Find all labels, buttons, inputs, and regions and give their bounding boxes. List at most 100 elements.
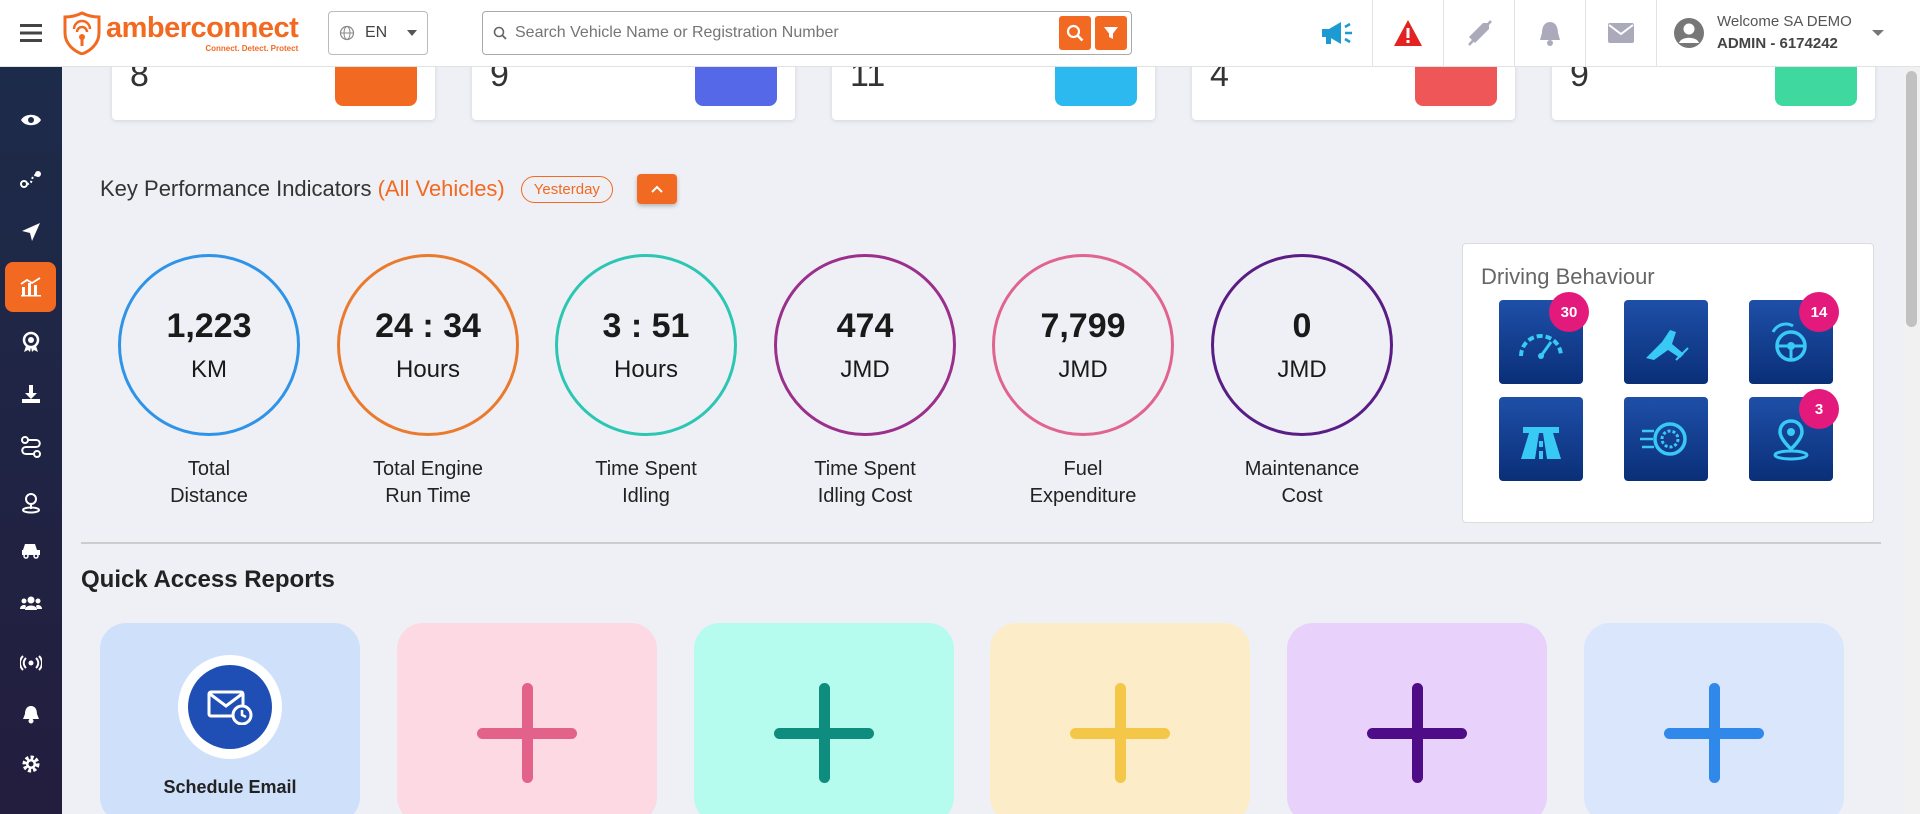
harsh-cornering-tile[interactable]: 14 <box>1749 292 1839 384</box>
user-id: ADMIN - 6174242 <box>1717 35 1838 52</box>
sidebar-item-awards[interactable] <box>0 317 62 367</box>
kpi-label: Total Engine Run Time <box>372 458 484 507</box>
navigate-icon <box>22 223 40 241</box>
kpi-title: Key Performance Indicators (All Vehicles… <box>100 176 505 201</box>
highway-tile[interactable] <box>1499 397 1583 481</box>
acceleration-tile[interactable] <box>1624 397 1708 481</box>
email-icon-circle <box>178 655 282 759</box>
sidebar-item-analytics[interactable] <box>5 262 56 312</box>
harsh-braking-tile[interactable] <box>1624 300 1708 384</box>
period-badge[interactable]: Yesterday <box>520 175 613 203</box>
kpi-value: 474 <box>836 306 894 345</box>
kpi-value: 3 : 51 <box>602 306 690 345</box>
kpi-value: 0 <box>1292 306 1312 345</box>
stat-icon <box>335 66 417 106</box>
kpi-unit: JMD <box>1058 355 1108 383</box>
kpi-label: Fuel Expenditure <box>1029 458 1137 507</box>
sidebar <box>0 67 62 814</box>
kpi-label: Time Spent Idling Cost <box>814 458 916 507</box>
user-menu[interactable]: Welcome SA DEMO ADMIN - 6174242 <box>1657 11 1902 55</box>
kpi-header: Key Performance Indicators (All Vehicles… <box>100 174 677 204</box>
stat-icon <box>695 66 777 106</box>
plus-icon <box>1070 683 1170 783</box>
kpi-circle: 7,799 JMD <box>992 254 1174 436</box>
kpi-circle: 3 : 51 Hours <box>555 254 737 436</box>
filter-button[interactable] <box>1095 16 1127 50</box>
signal-icon <box>20 655 42 671</box>
kpi-value: 7,799 <box>1040 306 1126 345</box>
shield-logo-icon <box>63 11 101 55</box>
stat-icon <box>1415 66 1497 106</box>
quick-access-label: Schedule Email <box>163 777 297 797</box>
add-report-card[interactable] <box>694 623 954 814</box>
geofence-tile[interactable]: 3 <box>1749 389 1839 481</box>
settings-icon <box>22 755 40 773</box>
mute-button[interactable] <box>1444 0 1515 67</box>
mute-icon <box>1468 20 1492 46</box>
kpi-label: Maintenance Cost <box>1244 458 1360 507</box>
language-value: EN <box>365 24 388 41</box>
plus-icon <box>1367 683 1467 783</box>
add-report-card[interactable] <box>1287 623 1547 814</box>
announcement-button[interactable] <box>1302 0 1373 67</box>
sidebar-item-routes[interactable] <box>0 155 62 205</box>
sidebar-item-overview[interactable] <box>0 95 62 145</box>
kpi-fuel-expenditure[interactable]: 7,799 JMD Fuel Expenditure <box>992 254 1174 510</box>
brand-name: amberconnect <box>106 11 299 44</box>
kpi-unit: JMD <box>1277 355 1327 383</box>
kpi-circle: 1,223 KM <box>118 254 300 436</box>
count-badge: 30 <box>1549 292 1589 332</box>
stat-icon <box>1055 66 1137 106</box>
collapse-button[interactable] <box>636 174 677 204</box>
top-bar: amberconnect Connect. Detect. Protect EN <box>0 0 1920 67</box>
kpi-engine-run-time[interactable]: 24 : 34 Hours Total Engine Run Time <box>337 254 519 510</box>
kpi-unit: JMD <box>840 355 890 383</box>
kpi-time-idling[interactable]: 3 : 51 Hours Time Spent Idling <box>555 254 737 510</box>
add-report-card[interactable] <box>990 623 1250 814</box>
count-badge: 3 <box>1799 389 1839 429</box>
search-button[interactable] <box>1059 16 1091 50</box>
search-input[interactable] <box>515 24 1055 42</box>
sidebar-item-users[interactable] <box>0 578 62 628</box>
location-icon <box>22 493 40 514</box>
kpi-total-distance[interactable]: 1,223 KM Total Distance <box>118 254 300 510</box>
overspeed-tile[interactable]: 30 <box>1499 292 1589 384</box>
menu-icon[interactable] <box>0 0 62 67</box>
add-report-card[interactable] <box>397 623 657 814</box>
notifications-button[interactable] <box>1515 0 1586 67</box>
scrollbar-thumb[interactable] <box>1906 71 1917 327</box>
brand-logo[interactable]: amberconnect Connect. Detect. Protect <box>62 11 320 55</box>
language-select[interactable]: EN <box>328 11 428 55</box>
schedule-email-icon <box>207 690 253 725</box>
plus-icon <box>1664 683 1764 783</box>
kpi-circle: 0 JMD <box>1211 254 1393 436</box>
alerts-button[interactable] <box>1373 0 1444 67</box>
sidebar-item-vehicles[interactable] <box>0 525 62 575</box>
sidebar-item-trips[interactable] <box>0 422 62 472</box>
welcome-text: Welcome SA DEMO <box>1717 13 1852 30</box>
sidebar-item-alerts[interactable] <box>0 689 62 739</box>
search-icon <box>493 26 507 40</box>
sidebar-item-locations[interactable] <box>0 478 62 528</box>
add-report-card[interactable] <box>1584 623 1844 814</box>
harsh-brake-icon <box>1646 330 1689 361</box>
kpi-value: 1,223 <box>166 306 252 345</box>
sidebar-item-navigation[interactable] <box>0 207 62 257</box>
chevron-up-icon <box>651 185 663 193</box>
bell-icon <box>23 706 39 724</box>
stat-icon <box>1775 66 1857 106</box>
page-scrollbar[interactable] <box>1903 67 1920 814</box>
schedule-email-card[interactable]: Schedule Email <box>100 623 360 814</box>
kpi-idling-cost[interactable]: 474 JMD Time Spent Idling Cost <box>774 254 956 510</box>
filter-icon <box>1104 27 1118 39</box>
mail-icon <box>1608 23 1634 43</box>
globe-icon <box>339 25 355 41</box>
users-icon <box>20 596 42 610</box>
kpi-maintenance-cost[interactable]: 0 JMD Maintenance Cost <box>1211 254 1393 510</box>
route-icon <box>20 171 41 188</box>
search-icon <box>1066 24 1084 42</box>
sidebar-item-signal[interactable] <box>0 638 62 688</box>
sidebar-item-settings[interactable] <box>0 739 62 789</box>
messages-button[interactable] <box>1586 0 1657 67</box>
sidebar-item-downloads[interactable] <box>0 369 62 419</box>
